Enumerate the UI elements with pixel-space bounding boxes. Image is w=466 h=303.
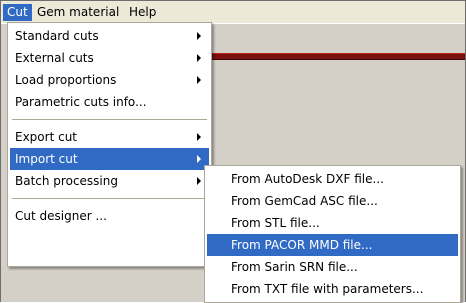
menu-item-cut-designer[interactable]: Cut designer ... — [10, 205, 209, 227]
menu-item-label: From AutoDesk DXF file... — [231, 172, 384, 186]
menu-item-label: From TXT file with parameters... — [231, 282, 424, 296]
application-window: Cut Gem material Help Standard cuts Exte… — [0, 0, 466, 303]
menu-help[interactable]: Help — [125, 4, 160, 21]
menu-item-label: Standard cuts — [15, 29, 99, 43]
menu-item-from-pacor-mmd[interactable]: From PACOR MMD file... — [207, 234, 458, 256]
submenu-arrow-icon — [197, 76, 201, 84]
menu-item-from-txt-parameters[interactable]: From TXT file with parameters... — [207, 278, 458, 300]
menu-item-batch-processing[interactable]: Batch processing — [10, 170, 209, 192]
menu-item-label: Load proportions — [15, 73, 117, 87]
menu-item-label: Parametric cuts info... — [15, 95, 147, 109]
menu-item-external-cuts[interactable]: External cuts — [10, 47, 209, 69]
menu-item-label: Batch processing — [15, 174, 118, 188]
submenu-arrow-icon — [197, 133, 201, 141]
menu-bar: Cut Gem material Help — [1, 1, 465, 24]
menu-item-label: From Sarin SRN file... — [231, 260, 358, 274]
import-cut-submenu: From AutoDesk DXF file... From GemCad AS… — [204, 165, 461, 303]
submenu-arrow-icon — [197, 177, 201, 185]
menu-separator — [12, 198, 207, 200]
submenu-arrow-icon — [197, 32, 201, 40]
submenu-arrow-icon — [197, 54, 201, 62]
menu-item-from-stl[interactable]: From STL file... — [207, 212, 458, 234]
menu-item-from-gemcad-asc[interactable]: From GemCad ASC file... — [207, 190, 458, 212]
menu-item-import-cut[interactable]: Import cut — [10, 148, 209, 170]
menu-item-label: From GemCad ASC file... — [231, 194, 378, 208]
menu-item-parametric-cuts-info[interactable]: Parametric cuts info... — [10, 91, 209, 113]
menu-item-label: Export cut — [15, 130, 78, 144]
menu-item-from-sarin-srn[interactable]: From Sarin SRN file... — [207, 256, 458, 278]
menu-item-load-proportions[interactable]: Load proportions — [10, 69, 209, 91]
menu-gem-material[interactable]: Gem material — [33, 4, 123, 21]
submenu-arrow-icon — [197, 155, 201, 163]
menu-separator — [12, 119, 207, 121]
menu-cut[interactable]: Cut — [3, 4, 32, 21]
menu-item-label: From STL file... — [231, 216, 320, 230]
cut-menu: Standard cuts External cuts Load proport… — [7, 22, 212, 267]
menu-item-standard-cuts[interactable]: Standard cuts — [10, 25, 209, 47]
menu-item-label: Import cut — [15, 152, 78, 166]
workspace-accent-bar — [206, 53, 465, 60]
menu-item-export-cut[interactable]: Export cut — [10, 126, 209, 148]
menu-item-from-autodesk-dxf[interactable]: From AutoDesk DXF file... — [207, 168, 458, 190]
menu-item-label: Cut designer ... — [15, 209, 107, 223]
menu-item-label: From PACOR MMD file... — [231, 238, 373, 252]
menu-item-label: External cuts — [15, 51, 94, 65]
